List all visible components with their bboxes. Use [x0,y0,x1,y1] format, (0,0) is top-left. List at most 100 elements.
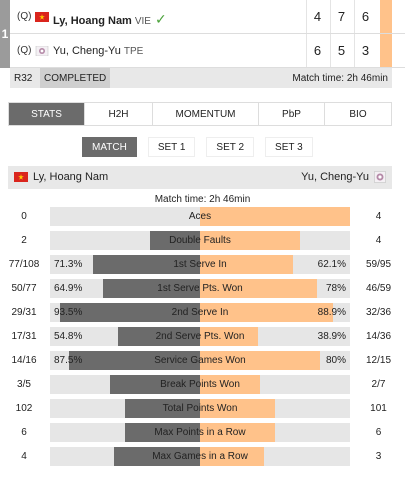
stat-row: 4 Max Games in a Row 3 [0,447,405,467]
stat-left-value: 102 [15,403,33,414]
stat-row: 3/5 Break Points Won 2/7 [0,375,405,395]
round-label: R32 [14,72,33,84]
stat-left-value: 29/31 [11,307,37,318]
stat-left-value: 0 [21,211,27,222]
highlight-strip [380,34,392,67]
stat-right-value: 3 [375,451,382,462]
status-badge: COMPLETED [40,68,111,88]
set-score: 5 [330,34,352,67]
stat-right-value: 14/36 [365,331,392,342]
player-country: TPE [123,46,144,57]
stat-bar-track: 93.5% 88.9% 2nd Serve In [50,303,350,322]
stat-right-value: 6 [375,427,382,438]
stat-label: 1st Serve In [173,259,227,270]
match-status-bar: R32 COMPLETED Match time: 2h 46min [10,68,392,88]
tab-momentum[interactable]: MOMENTUM [153,103,259,125]
stat-right-value: 2/7 [371,379,386,390]
tab-stats[interactable]: STATS [9,103,85,125]
stat-label: Service Games Won [154,355,246,366]
stat-row: 29/31 93.5% 88.9% 2nd Serve In 32/36 [0,303,405,323]
stat-left-value: 6 [21,427,27,438]
chinese-taipei-flag-icon [35,46,49,56]
stat-bar-track: 64.9% 78% 1st Serve Pts. Won [50,279,350,298]
player-name[interactable]: Ly, Hoang Nam VIE ✓ [53,11,167,28]
stats-match-time: Match time: 2h 46min [154,194,251,205]
stat-label: Break Points Won [160,379,240,390]
subtab-match[interactable]: MATCH [82,137,137,157]
player-country: VIE [134,16,151,27]
tab-bio[interactable]: BIO [325,103,391,125]
right-player: Yu, Cheng-Yu [301,171,386,183]
stat-right-value: 12/15 [365,355,392,366]
match-card[interactable]: 1 (Q) Ly, Hoang Nam VIE ✓ 4 7 6 (Q) Yu, Ch… [0,0,405,88]
winner-check-icon: ✓ [154,11,167,27]
tab-bar: STATS H2H MOMENTUM PbP BIO [8,102,392,126]
left-player: Ly, Hoang Nam [14,171,108,183]
player-name[interactable]: Yu, Cheng-Yu TPE [53,45,143,57]
stat-row: 102 Total Points Won 101 [0,399,405,419]
tab-pbp[interactable]: PbP [259,103,325,125]
subtab-set-2[interactable]: SET 2 [206,137,255,157]
stat-left-value: 4 [21,451,27,462]
stat-label: 2nd Serve Pts. Won [155,331,245,342]
stat-right-value: 4 [375,235,382,246]
right-player-name: Yu, Cheng-Yu [301,171,369,183]
stat-right-value: 4 [375,211,382,222]
stat-left-value: 50/77 [11,283,37,294]
set-score: 3 [354,34,376,67]
set-selector: MATCH SET 1 SET 2 SET 3 [82,137,313,157]
set-score: 7 [330,0,352,33]
stat-left-value: 14/16 [11,355,37,366]
stat-bar-track: Max Games in a Row [50,447,350,466]
stat-bar-track: Double Faults [50,231,350,250]
stat-right-value: 32/36 [365,307,392,318]
stat-bar-track: Total Points Won [50,399,350,418]
stat-row: 0 Aces 4 [0,207,405,227]
stat-row: 77/108 71.3% 62.1% 1st Serve In 59/95 [0,255,405,275]
stat-left-value: 17/31 [11,331,37,342]
stats-player-header: Ly, Hoang Nam Yu, Cheng-Yu [8,166,392,189]
stat-label: 2nd Serve In [171,307,229,318]
stat-label: 1st Serve Pts. Won [157,283,243,294]
vietnam-flag-icon [35,12,49,22]
match-index: 1 [0,0,10,68]
player-name-text: Ly, Hoang Nam [53,15,132,27]
stat-left-value: 77/108 [8,259,40,270]
stat-label: Double Faults [169,235,231,246]
stat-left-value: 3/5 [17,379,31,390]
player-name-text: Yu, Cheng-Yu [53,45,121,57]
stat-bar-track: 71.3% 62.1% 1st Serve In [50,255,350,274]
match-time: Match time: 2h 46min [292,72,388,84]
stat-bar-track: Aces [50,207,350,226]
left-player-name: Ly, Hoang Nam [33,171,109,183]
tab-h2h[interactable]: H2H [85,103,153,125]
stat-label: Total Points Won [162,403,238,414]
player-row-2[interactable]: (Q) Yu, Cheng-Yu TPE 6 5 3 [10,34,405,68]
subtab-set-3[interactable]: SET 3 [265,137,313,157]
chinese-taipei-flag-icon [374,171,386,183]
stat-row: 6 Max Points in a Row 6 [0,423,405,443]
qualifier-label: (Q) [17,11,32,22]
stat-label: Max Games in a Row [152,451,248,462]
set-score: 6 [306,34,328,67]
subtab-set-1[interactable]: SET 1 [147,137,196,157]
stat-bar-track: 54.8% 38.9% 2nd Serve Pts. Won [50,327,350,346]
stat-row: 17/31 54.8% 38.9% 2nd Serve Pts. Won 14/36 [0,327,405,347]
stat-right-value: 59/95 [365,259,392,270]
set-score: 6 [354,0,376,33]
player-row-1[interactable]: (Q) Ly, Hoang Nam VIE ✓ 4 7 6 [10,0,405,34]
stat-bar-track: Break Points Won [50,375,350,394]
highlight-strip [380,0,392,33]
stat-bar-track: Max Points in a Row [50,423,350,442]
stat-label: Aces [188,211,212,222]
stat-row: 2 Double Faults 4 [0,231,405,251]
stat-right-value: 46/59 [365,283,392,294]
stat-row: 50/77 64.9% 78% 1st Serve Pts. Won 46/59 [0,279,405,299]
stat-right-value: 101 [370,403,387,414]
qualifier-label: (Q) [17,45,32,56]
vietnam-flag-icon [14,172,28,182]
stat-row: 14/16 87.5% 80% Service Games Won 12/15 [0,351,405,371]
stat-left-value: 2 [21,235,27,246]
stat-label: Max Points in a Row [154,427,246,438]
set-score: 4 [306,0,328,33]
